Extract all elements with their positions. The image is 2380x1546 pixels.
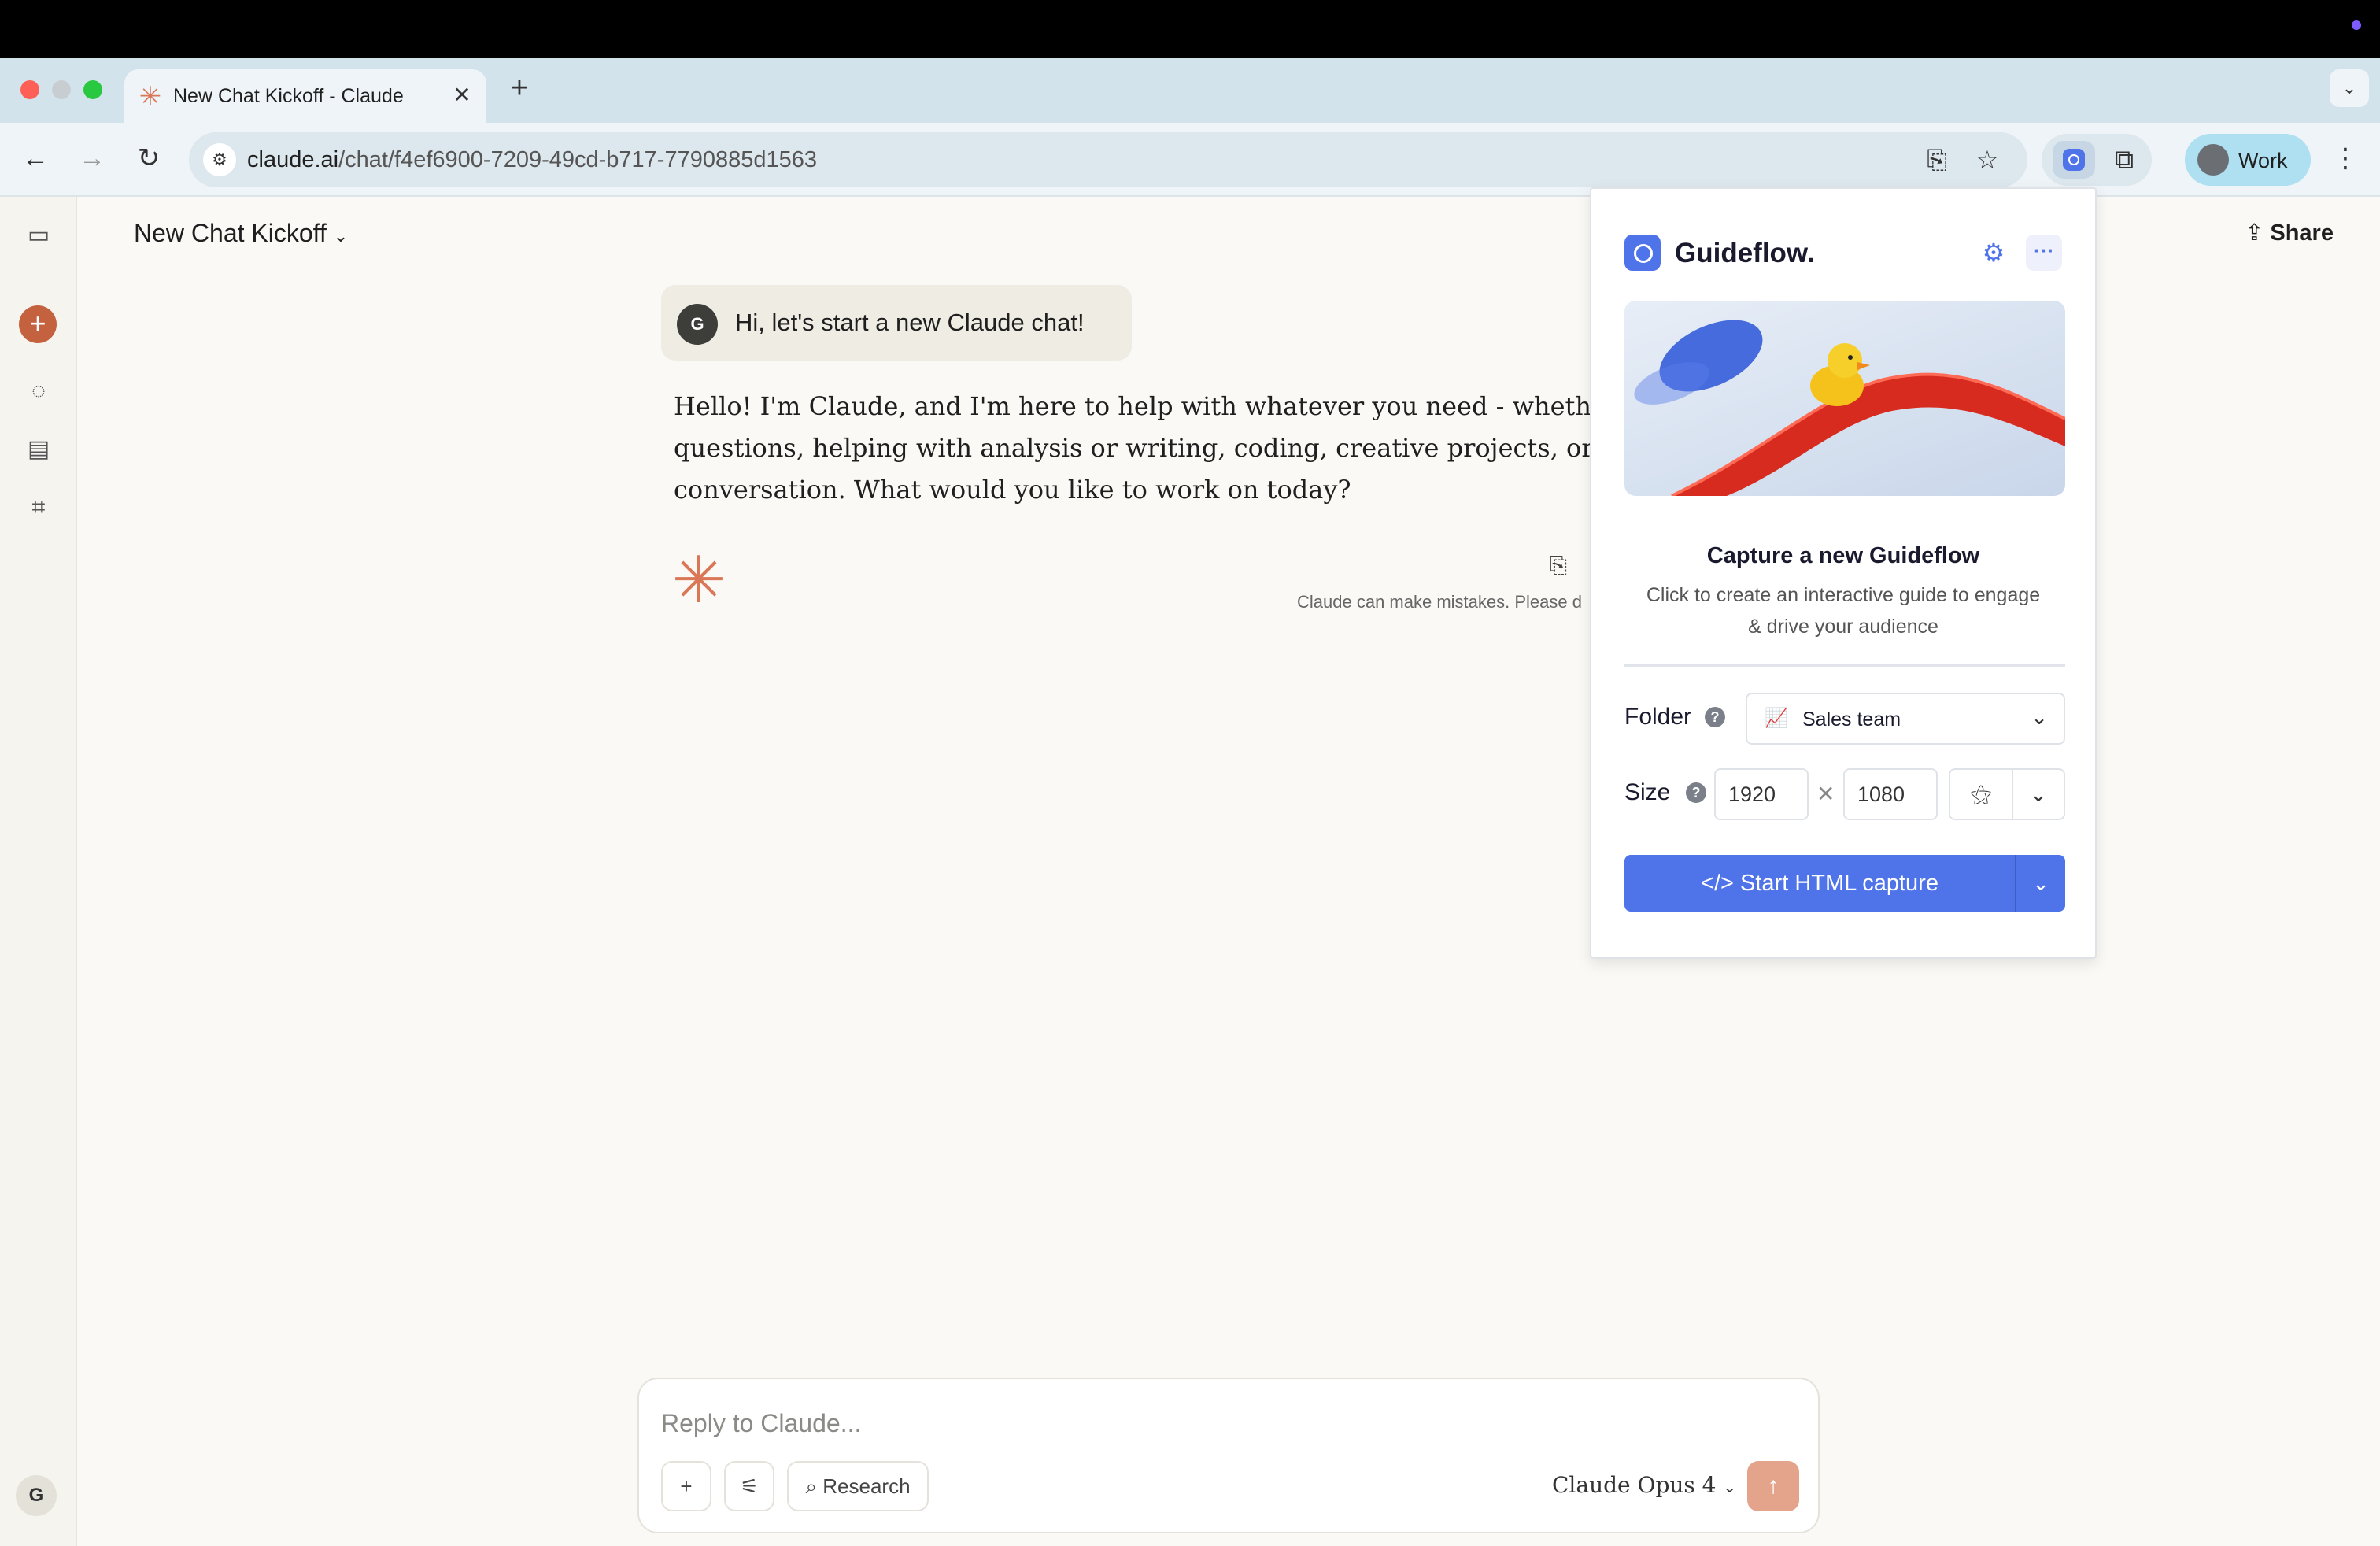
folder-help-icon[interactable]: ? [1705, 707, 1725, 727]
user-message-text: Hi, let's start a new Claude chat! [735, 309, 1085, 336]
divider [1624, 664, 2065, 667]
guideflow-brand: Guideflow. [1675, 238, 1815, 268]
size-help-icon[interactable]: ? [1686, 782, 1706, 803]
add-attachment-button[interactable]: + [661, 1461, 711, 1511]
system-menu-bar [0, 0, 2380, 58]
profile-label: Work [2238, 149, 2288, 172]
reload-icon[interactable]: ↻ [129, 139, 168, 178]
tab-strip: ✳ New Chat Kickoff - Claude ✕ [0, 58, 2380, 123]
sidebar-rail: ▭ + ◌ ▤ ⌗ G [0, 197, 77, 1546]
share-button[interactable]: ⇪ Share [2245, 219, 2334, 246]
size-preset-dropdown[interactable]: ⌄ [2013, 770, 2064, 819]
chevron-down-icon: ⌄ [333, 226, 349, 246]
research-button[interactable]: ⌕ Research [787, 1461, 929, 1511]
assistant-message-line: Hello! I'm Claude, and I'm here to help … [674, 391, 1595, 421]
tools-settings-button[interactable]: ⚟ [724, 1461, 774, 1511]
extensions-group: ⧉ [2042, 134, 2152, 186]
close-tab-icon[interactable]: ✕ [449, 82, 475, 109]
maximize-window-button[interactable] [83, 80, 102, 99]
claude-sparkle-icon: ✳ [671, 545, 726, 616]
new-chat-button[interactable]: + [19, 305, 57, 343]
model-selector[interactable]: Claude Opus 4 ⌄ [1552, 1472, 1736, 1498]
user-message-avatar: G [677, 304, 718, 345]
assistant-message-line: questions, helping with analysis or writ… [674, 433, 1595, 463]
start-capture-label: </> Start HTML capture [1701, 871, 1938, 896]
start-html-capture-button[interactable]: </> Start HTML capture ⌄ [1624, 855, 2065, 912]
chat-title[interactable]: New Chat Kickoff ⌄ [134, 219, 348, 248]
chevron-down-icon: ⌄ [2031, 705, 2048, 729]
extensions-puzzle-icon[interactable]: ⧉ [2106, 142, 2142, 178]
guideflow-extension-icon[interactable] [2053, 141, 2095, 179]
status-dot [2352, 20, 2361, 30]
browser-toolbar: ← → ↻ ⚙ claude.ai/chat/f4ef6900-7209-49c… [0, 123, 2380, 197]
chats-icon[interactable]: ◌ [19, 372, 58, 411]
bookmark-star-icon[interactable]: ☆ [1971, 143, 2004, 176]
profile-avatar [2197, 144, 2229, 176]
disclaimer-text: Claude can make mistakes. Please d [1297, 592, 1582, 612]
capture-options-dropdown[interactable]: ⌄ [2016, 855, 2065, 912]
browser-menu-icon[interactable]: ⋮ [2330, 139, 2361, 178]
assistant-message-line: conversation. What would you like to wor… [674, 475, 1351, 505]
tab-title: New Chat Kickoff - Claude [173, 85, 404, 107]
chart-emoji-icon: 📈 [1765, 708, 1788, 729]
new-tab-button[interactable]: + [504, 72, 535, 104]
claude-sparkle-icon: ✳ [139, 82, 162, 112]
times-icon: ✕ [1816, 782, 1835, 806]
guideflow-hero-image [1624, 301, 2065, 496]
hero-illustration [1634, 320, 2065, 496]
reply-input[interactable] [661, 1406, 1684, 1441]
share-icon: ⇪ [2245, 220, 2264, 246]
guideflow-logo-icon [1624, 235, 1661, 271]
folder-select[interactable]: 📈 Sales team ⌄ [1746, 693, 2065, 745]
assistant-message: Hello! I'm Claude, and I'm here to help … [674, 386, 1595, 520]
folder-label: Folder [1624, 704, 1692, 730]
code-icon: </> [1701, 871, 1734, 896]
height-input[interactable]: 1080 [1843, 768, 1938, 820]
sidebar-toggle-icon[interactable]: ▭ [19, 216, 58, 255]
composer: + ⚟ ⌕ Research Claude Opus 4 ⌄ ↑ [638, 1378, 1820, 1533]
address-bar[interactable]: ⚙ claude.ai/chat/f4ef6900-7209-49cd-b717… [189, 132, 2027, 187]
chevron-down-icon: ⌄ [1723, 1478, 1737, 1496]
size-preset-control: ⚝ ⌄ [1949, 768, 2065, 820]
site-info-icon[interactable]: ⚙ [203, 143, 236, 176]
url-text[interactable]: claude.ai/chat/f4ef6900-7209-49cd-b717-7… [247, 147, 817, 173]
projects-icon[interactable]: ▤ [19, 430, 58, 469]
close-window-button[interactable] [20, 80, 39, 99]
minimize-window-button[interactable] [52, 80, 71, 99]
magic-wand-icon[interactable]: ⚝ [1950, 770, 2013, 819]
browser-tab[interactable]: ✳ New Chat Kickoff - Claude ✕ [124, 69, 486, 123]
send-button[interactable]: ↑ [1747, 1461, 1799, 1511]
guideflow-popup: Guideflow. ⚙ ··· Capture a new Guideflow… [1590, 187, 2097, 959]
profile-button[interactable]: Work [2185, 134, 2311, 186]
capture-description: Click to create an interactive guide to … [1646, 584, 2041, 638]
width-input[interactable]: 1920 [1714, 768, 1809, 820]
more-icon[interactable]: ··· [2026, 235, 2062, 271]
gear-icon[interactable]: ⚙ [1975, 235, 2012, 271]
size-label: Size [1624, 779, 1671, 805]
artifacts-icon[interactable]: ⌗ [19, 488, 58, 527]
back-icon[interactable]: ← [16, 139, 55, 178]
install-app-icon[interactable]: ⎘ [1920, 143, 1953, 176]
user-avatar[interactable]: G [16, 1475, 57, 1516]
tab-search-button[interactable]: ⌄ [2330, 69, 2369, 107]
copy-icon[interactable]: ⎘ [1544, 551, 1572, 579]
forward-icon[interactable]: → [72, 139, 112, 178]
user-message: G Hi, let's start a new Claude chat! [661, 285, 1132, 361]
research-search-icon: ⌕ [805, 1474, 818, 1498]
folder-value: Sales team [1802, 708, 1901, 730]
capture-heading: Capture a new Guideflow [1706, 543, 1980, 568]
